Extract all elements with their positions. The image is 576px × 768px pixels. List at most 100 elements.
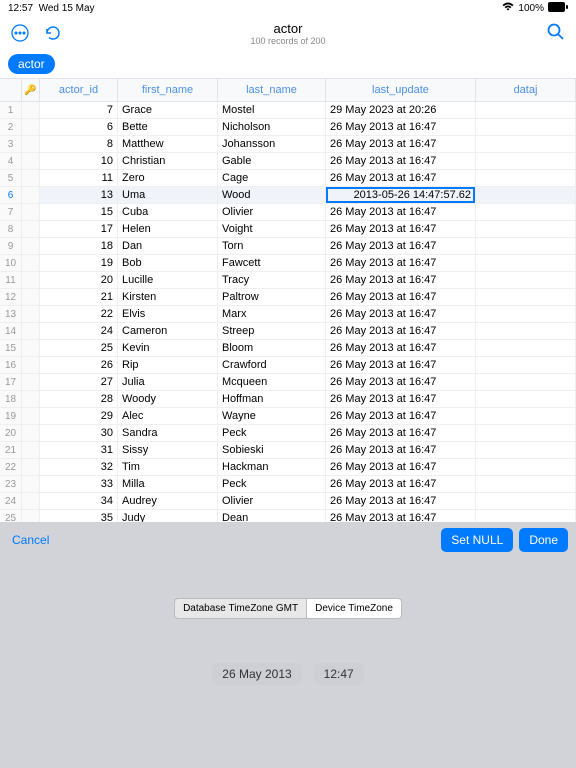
cell-first-name[interactable]: Lucille <box>118 272 218 288</box>
table-row[interactable]: 17GraceMostel29 May 2023 at 20:26 <box>0 102 576 119</box>
cell-dataj[interactable] <box>476 221 576 237</box>
cell-dataj[interactable] <box>476 357 576 373</box>
table-row[interactable]: 2131SissySobieski26 May 2013 at 16:47 <box>0 442 576 459</box>
cell-first-name[interactable]: Sissy <box>118 442 218 458</box>
cell-actor-id[interactable]: 31 <box>40 442 118 458</box>
cell-first-name[interactable]: Helen <box>118 221 218 237</box>
cell-last-update[interactable]: 26 May 2013 at 16:47 <box>326 442 476 458</box>
cell-dataj[interactable] <box>476 102 576 118</box>
cell-first-name[interactable]: Elvis <box>118 306 218 322</box>
cell-dataj[interactable] <box>476 374 576 390</box>
table-row[interactable]: 1322ElvisMarx26 May 2013 at 16:47 <box>0 306 576 323</box>
cell-actor-id[interactable]: 34 <box>40 493 118 509</box>
cell-actor-id[interactable]: 33 <box>40 476 118 492</box>
cell-actor-id[interactable]: 18 <box>40 238 118 254</box>
cell-first-name[interactable]: Kirsten <box>118 289 218 305</box>
set-null-button[interactable]: Set NULL <box>441 528 513 552</box>
cell-last-update[interactable]: 26 May 2013 at 16:47 <box>326 340 476 356</box>
col-last-update[interactable]: last_update <box>326 79 476 101</box>
table-row[interactable]: 511ZeroCage26 May 2013 at 16:47 <box>0 170 576 187</box>
cell-last-name[interactable]: Mostel <box>218 102 326 118</box>
cell-last-update[interactable]: 26 May 2013 at 16:47 <box>326 357 476 373</box>
cell-last-name[interactable]: Olivier <box>218 493 326 509</box>
cell-last-update[interactable]: 26 May 2013 at 16:47 <box>326 374 476 390</box>
picker-time[interactable]: 12:47 <box>314 663 364 685</box>
cell-last-update[interactable]: 26 May 2013 at 16:47 <box>326 425 476 441</box>
cell-first-name[interactable]: Uma <box>118 187 218 203</box>
cell-actor-id[interactable]: 8 <box>40 136 118 152</box>
cell-last-update[interactable]: 26 May 2013 at 16:47 <box>326 238 476 254</box>
table-row[interactable]: 613UmaWood2013-05-26 14:47:57.62 <box>0 187 576 204</box>
cell-dataj[interactable] <box>476 408 576 424</box>
table-row[interactable]: 2232TimHackman26 May 2013 at 16:47 <box>0 459 576 476</box>
refresh-icon[interactable] <box>44 24 62 42</box>
cell-actor-id[interactable]: 24 <box>40 323 118 339</box>
cell-dataj[interactable] <box>476 272 576 288</box>
table-row[interactable]: 1221KirstenPaltrow26 May 2013 at 16:47 <box>0 289 576 306</box>
cell-last-name[interactable]: Streep <box>218 323 326 339</box>
table-row[interactable]: 1120LucilleTracy26 May 2013 at 16:47 <box>0 272 576 289</box>
cell-actor-id[interactable]: 21 <box>40 289 118 305</box>
col-actor-id[interactable]: actor_id <box>40 79 118 101</box>
cell-last-update[interactable]: 26 May 2013 at 16:47 <box>326 306 476 322</box>
cell-first-name[interactable]: Tim <box>118 459 218 475</box>
cell-last-update[interactable]: 26 May 2013 at 16:47 <box>326 255 476 271</box>
table-row[interactable]: 2434AudreyOlivier26 May 2013 at 16:47 <box>0 493 576 510</box>
cell-first-name[interactable]: Alec <box>118 408 218 424</box>
cell-first-name[interactable]: Zero <box>118 170 218 186</box>
cell-last-name[interactable]: Mcqueen <box>218 374 326 390</box>
cell-dataj[interactable] <box>476 459 576 475</box>
cell-actor-id[interactable]: 11 <box>40 170 118 186</box>
table-row[interactable]: 1525KevinBloom26 May 2013 at 16:47 <box>0 340 576 357</box>
table-row[interactable]: 1727JuliaMcqueen26 May 2013 at 16:47 <box>0 374 576 391</box>
cell-first-name[interactable]: Bob <box>118 255 218 271</box>
cell-last-update[interactable]: 26 May 2013 at 16:47 <box>326 153 476 169</box>
cell-actor-id[interactable]: 17 <box>40 221 118 237</box>
cell-first-name[interactable]: Cuba <box>118 204 218 220</box>
cell-last-name[interactable]: Peck <box>218 425 326 441</box>
table-row[interactable]: 918DanTorn26 May 2013 at 16:47 <box>0 238 576 255</box>
cell-last-name[interactable]: Marx <box>218 306 326 322</box>
col-dataj[interactable]: dataj <box>476 79 576 101</box>
cell-actor-id[interactable]: 26 <box>40 357 118 373</box>
table-row[interactable]: 1828WoodyHoffman26 May 2013 at 16:47 <box>0 391 576 408</box>
table-row[interactable]: 38MatthewJohansson26 May 2013 at 16:47 <box>0 136 576 153</box>
col-last-name[interactable]: last_name <box>218 79 326 101</box>
cell-actor-id[interactable]: 30 <box>40 425 118 441</box>
cell-last-name[interactable]: Wayne <box>218 408 326 424</box>
cell-actor-id[interactable]: 27 <box>40 374 118 390</box>
cell-dataj[interactable] <box>476 187 576 203</box>
cell-last-name[interactable]: Voight <box>218 221 326 237</box>
cell-first-name[interactable]: Matthew <box>118 136 218 152</box>
cell-actor-id[interactable]: 32 <box>40 459 118 475</box>
cell-dataj[interactable] <box>476 425 576 441</box>
cell-dataj[interactable] <box>476 136 576 152</box>
cell-last-name[interactable]: Wood <box>218 187 326 203</box>
cell-last-name[interactable]: Torn <box>218 238 326 254</box>
cell-last-name[interactable]: Olivier <box>218 204 326 220</box>
table-row[interactable]: 1626RipCrawford26 May 2013 at 16:47 <box>0 357 576 374</box>
table-row[interactable]: 26BetteNicholson26 May 2013 at 16:47 <box>0 119 576 136</box>
cell-last-update[interactable]: 26 May 2013 at 16:47 <box>326 459 476 475</box>
cell-dataj[interactable] <box>476 442 576 458</box>
cell-last-update[interactable]: 26 May 2013 at 16:47 <box>326 408 476 424</box>
cell-last-name[interactable]: Peck <box>218 476 326 492</box>
cell-dataj[interactable] <box>476 476 576 492</box>
cell-actor-id[interactable]: 29 <box>40 408 118 424</box>
table-row[interactable]: 410ChristianGable26 May 2013 at 16:47 <box>0 153 576 170</box>
cell-first-name[interactable]: Rip <box>118 357 218 373</box>
cell-dataj[interactable] <box>476 493 576 509</box>
cell-dataj[interactable] <box>476 119 576 135</box>
cell-first-name[interactable]: Milla <box>118 476 218 492</box>
cell-first-name[interactable]: Grace <box>118 102 218 118</box>
seg-db-timezone[interactable]: Database TimeZone GMT <box>174 598 307 619</box>
cell-actor-id[interactable]: 28 <box>40 391 118 407</box>
cell-dataj[interactable] <box>476 153 576 169</box>
cell-first-name[interactable]: Dan <box>118 238 218 254</box>
cell-last-update[interactable]: 29 May 2023 at 20:26 <box>326 102 476 118</box>
cell-first-name[interactable]: Sandra <box>118 425 218 441</box>
cell-dataj[interactable] <box>476 204 576 220</box>
cell-first-name[interactable]: Bette <box>118 119 218 135</box>
cell-first-name[interactable]: Christian <box>118 153 218 169</box>
cell-last-update[interactable]: 26 May 2013 at 16:47 <box>326 136 476 152</box>
